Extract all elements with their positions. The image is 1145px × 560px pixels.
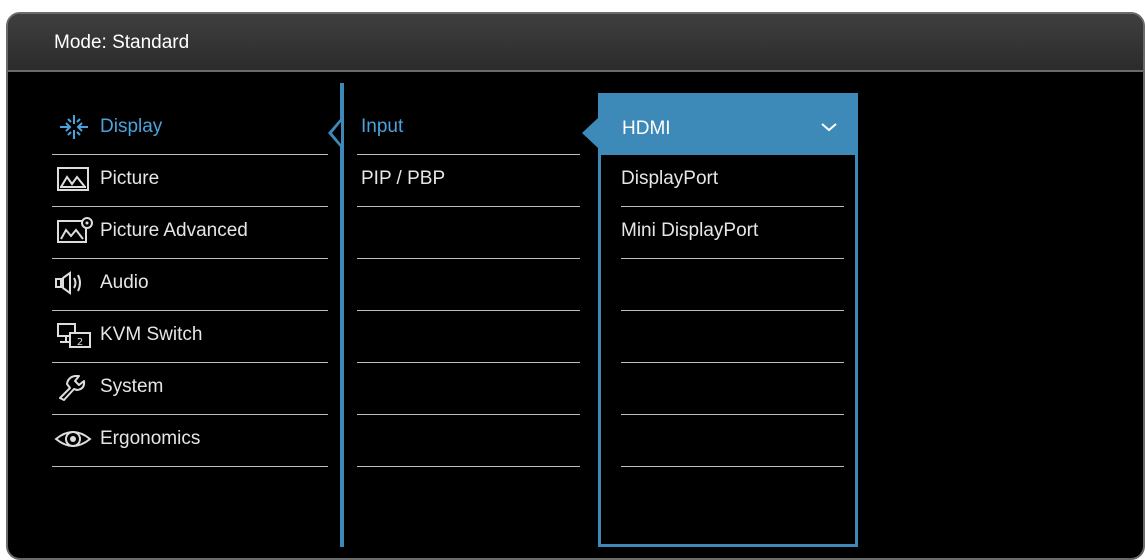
menu-item-label: System: [100, 376, 164, 397]
submenu-item: [357, 363, 580, 415]
menu-item-system[interactable]: System: [52, 363, 328, 415]
option-label: Mini DisplayPort: [621, 220, 759, 241]
audio-icon: [54, 269, 94, 297]
menu-item-picture[interactable]: Picture: [52, 155, 328, 207]
menu-item-label: Audio: [100, 272, 149, 293]
submenu-item-label: Input: [361, 116, 404, 137]
submenu-item: [357, 207, 580, 259]
option-item: [621, 311, 844, 363]
option-mini-displayport[interactable]: Mini DisplayPort: [621, 207, 844, 259]
submenu-item: [357, 311, 580, 363]
option-item: [621, 259, 844, 311]
menu-item-audio[interactable]: Audio: [52, 259, 328, 311]
option-item: [621, 363, 844, 415]
menu-item-label: Picture: [100, 168, 160, 189]
menu-item-display[interactable]: Display: [52, 103, 328, 155]
menu-item-label: Picture Advanced: [100, 220, 248, 241]
picture-icon: [54, 165, 94, 193]
option-caret: [582, 118, 598, 148]
system-icon: [54, 373, 94, 401]
menu-item-label: Display: [100, 116, 163, 137]
display-icon: [54, 113, 94, 141]
option-item: [621, 415, 844, 467]
menu-item-picture-advanced[interactable]: Picture Advanced: [52, 207, 328, 259]
checkmark-icon: [820, 120, 838, 134]
ergonomics-icon: [54, 425, 94, 453]
menu-item-label: KVM Switch: [100, 324, 203, 345]
option-label: HDMI: [622, 118, 671, 139]
option-displayport[interactable]: DisplayPort: [621, 155, 844, 207]
svg-text:2: 2: [77, 337, 83, 348]
menu-divider: [340, 83, 344, 547]
menu-item-kvm-switch[interactable]: 2 KVM Switch: [52, 311, 328, 363]
kvm-switch-icon: 2: [54, 321, 94, 349]
submenu-item-label: PIP / PBP: [361, 168, 446, 189]
submenu-item-input[interactable]: Input: [357, 103, 580, 155]
submenu-item: [357, 415, 580, 467]
option-label: DisplayPort: [621, 168, 719, 189]
mode-title: Mode: Standard: [54, 32, 190, 53]
mode-header: Mode: Standard: [8, 14, 1143, 72]
submenu-item-pip-pbp[interactable]: PIP / PBP: [357, 155, 580, 207]
menu-item-ergonomics[interactable]: Ergonomics: [52, 415, 328, 467]
picture-advanced-icon: [54, 217, 94, 245]
submenu-item: [357, 259, 580, 311]
option-hdmi[interactable]: HDMI: [598, 93, 858, 155]
menu-item-label: Ergonomics: [100, 428, 201, 449]
osd-window: Mode: Standard Display Picture Picture A…: [6, 12, 1145, 560]
